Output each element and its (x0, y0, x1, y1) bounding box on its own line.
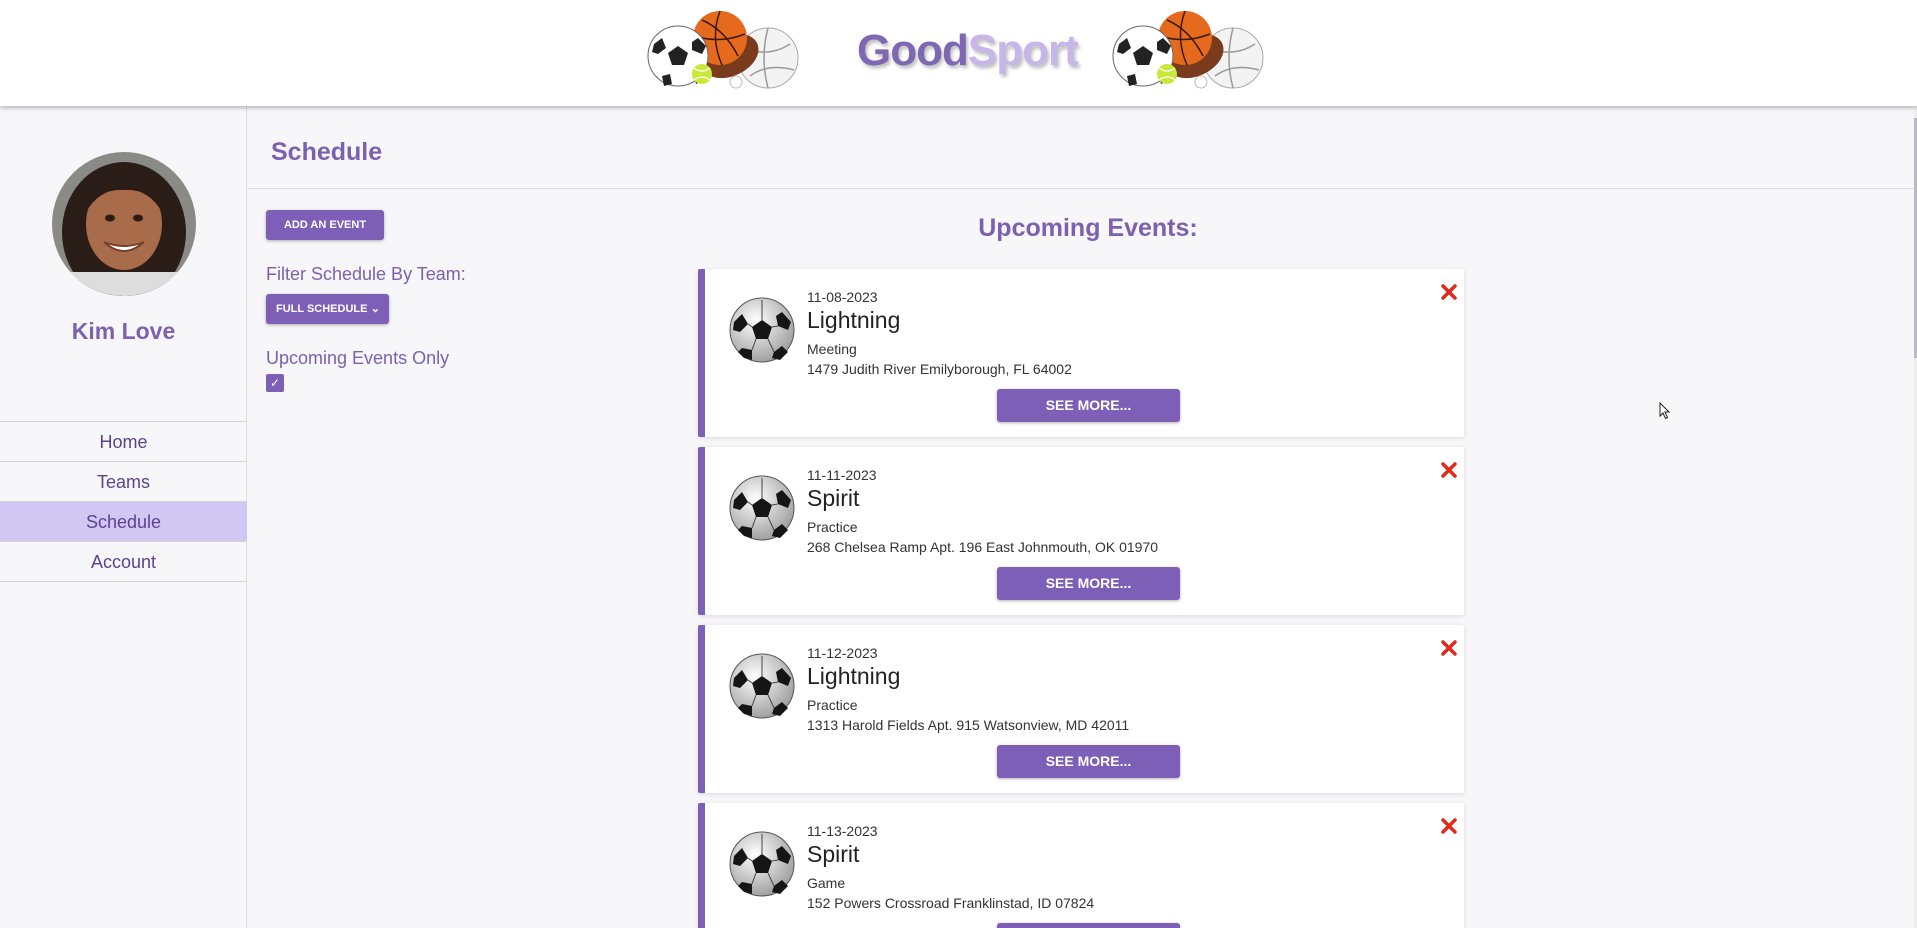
event-address: 268 Chelsea Ramp Apt. 196 East Johnmouth… (807, 539, 1159, 555)
event-address: 1313 Harold Fields Apt. 915 Watsonview, … (807, 717, 1130, 733)
event-type: Practice (807, 519, 858, 535)
see-more-button[interactable]: SEE MORE... (997, 389, 1180, 422)
event-date: 11-13-2023 (807, 823, 878, 839)
event-card: 11-08-2023 Lightning Meeting 1479 Judith… (698, 269, 1464, 437)
sports-balls-icon (1112, 10, 1264, 89)
event-type: Practice (807, 697, 858, 713)
upcoming-only-checkbox[interactable]: ✓ (266, 374, 284, 392)
soccer-ball-icon (728, 830, 796, 898)
sports-balls-icon (647, 10, 799, 89)
nav-item-account[interactable]: Account (0, 542, 247, 582)
event-team: Spirit (807, 841, 860, 867)
nav-item-teams[interactable]: Teams (0, 462, 247, 502)
event-card: 11-12-2023 Lightning Practice 1313 Harol… (698, 625, 1464, 793)
see-more-button[interactable]: SEE MORE... (997, 567, 1180, 600)
page-header (248, 106, 1917, 189)
profile-name: Kim Love (71, 318, 176, 344)
soccer-ball-icon (728, 296, 796, 364)
see-more-button[interactable]: SEE MORE... (997, 745, 1180, 778)
event-card: 11-13-2023 Spirit Game 152 Powers Crossr… (698, 803, 1464, 928)
check-icon: ✓ (269, 376, 281, 390)
event-date: 11-08-2023 (807, 289, 878, 305)
soccer-ball-icon (728, 652, 796, 720)
goodsport-logo[interactable]: GoodSport (857, 26, 1079, 76)
event-type: Meeting (807, 341, 857, 357)
event-date: 11-12-2023 (807, 645, 878, 661)
nav-item-home[interactable]: Home (0, 422, 247, 462)
delete-event-icon[interactable] (1440, 817, 1458, 835)
event-team: Lightning (807, 663, 901, 689)
event-card: 11-11-2023 Spirit Practice 268 Chelsea R… (698, 447, 1464, 615)
events-heading: Upcoming Events: (978, 214, 1198, 242)
top-header: GoodSport (0, 0, 1917, 106)
upcoming-only-label: Upcoming Events Only (266, 348, 450, 368)
sidebar-nav: Home Teams Schedule Account (0, 421, 247, 582)
filter-label: Filter Schedule By Team: (266, 264, 466, 284)
delete-event-icon[interactable] (1440, 639, 1458, 657)
mouse-cursor-icon (1659, 402, 1671, 420)
page-title: Schedule (271, 138, 383, 166)
add-event-button[interactable]: ADD AN EVENT (266, 210, 384, 240)
team-filter-value: FULL SCHEDULE (276, 303, 368, 315)
logo-good-text: Good (857, 26, 969, 75)
logo-sport-text: Sport (967, 26, 1079, 75)
event-type: Game (807, 875, 846, 891)
main-content: Schedule ADD AN EVENT Filter Schedule By… (248, 106, 1917, 928)
avatar[interactable] (52, 152, 196, 296)
delete-event-icon[interactable] (1440, 461, 1458, 479)
event-team: Lightning (807, 307, 901, 333)
event-address: 152 Powers Crossroad Franklinstad, ID 07… (807, 895, 1095, 911)
delete-event-icon[interactable] (1440, 283, 1458, 301)
team-filter-dropdown[interactable]: FULL SCHEDULE ⌄ (266, 294, 389, 324)
nav-item-schedule[interactable]: Schedule (0, 502, 247, 542)
chevron-down-icon: ⌄ (370, 303, 380, 315)
sidebar: Kim Love Home Teams Schedule Account (0, 106, 247, 928)
soccer-ball-icon (728, 474, 796, 542)
event-team: Spirit (807, 485, 860, 511)
event-date: 11-11-2023 (807, 467, 877, 483)
see-more-button[interactable]: SEE MORE... (997, 923, 1180, 928)
event-address: 1479 Judith River Emilyborough, FL 64002 (807, 361, 1072, 377)
